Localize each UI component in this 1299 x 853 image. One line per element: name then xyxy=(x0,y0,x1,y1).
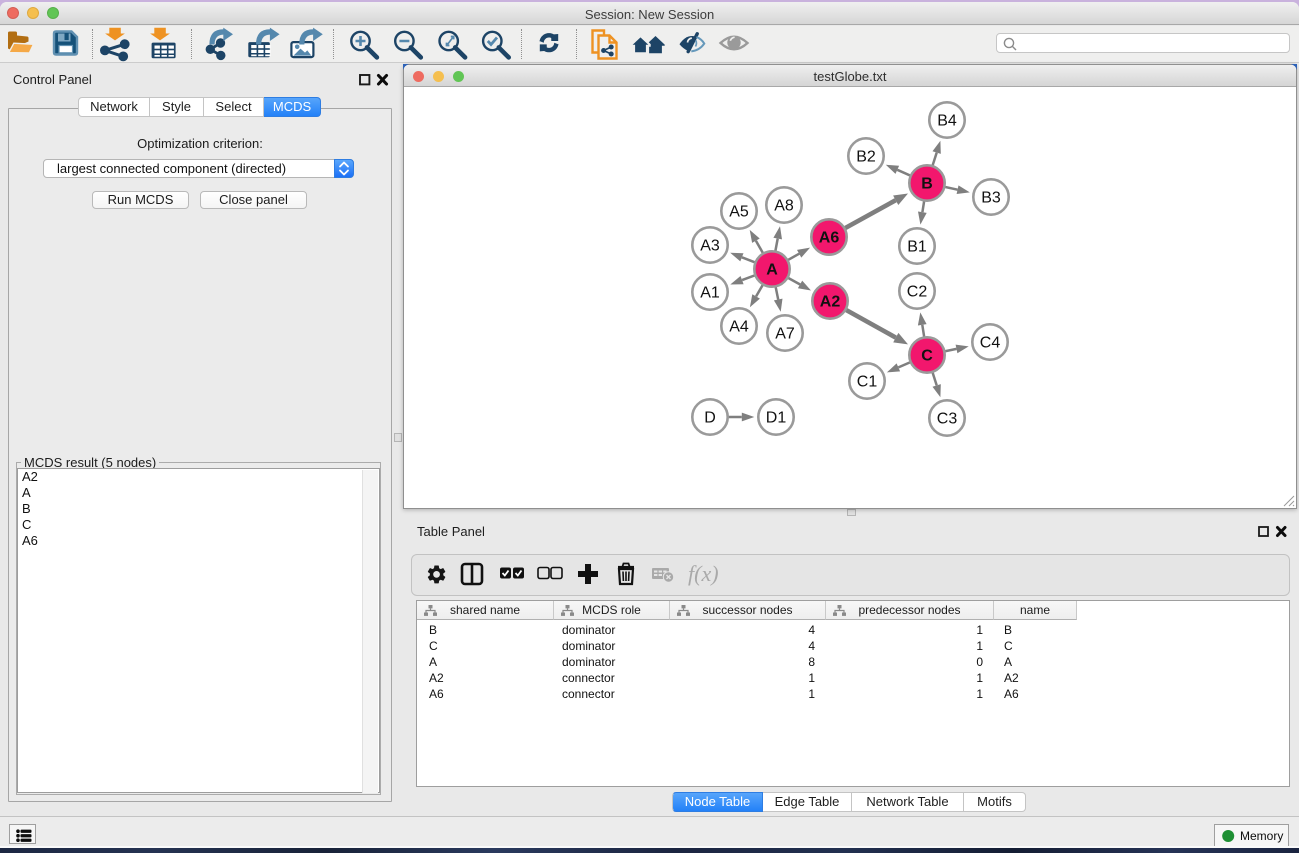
svg-text:C4: C4 xyxy=(980,335,1001,352)
svg-text:C1: C1 xyxy=(857,374,878,391)
svg-text:B2: B2 xyxy=(856,149,876,166)
svg-text:C: C xyxy=(921,348,933,365)
svg-text:C3: C3 xyxy=(937,411,958,428)
svg-text:C2: C2 xyxy=(907,284,928,301)
svg-text:A: A xyxy=(766,262,778,279)
svg-text:B3: B3 xyxy=(981,190,1001,207)
svg-text:B1: B1 xyxy=(907,239,927,256)
svg-text:A1: A1 xyxy=(700,285,720,302)
svg-text:B4: B4 xyxy=(937,113,957,130)
svg-text:f(x): f(x) xyxy=(688,561,719,586)
svg-text:A8: A8 xyxy=(774,198,794,215)
svg-text:D: D xyxy=(704,410,716,427)
svg-text:A6: A6 xyxy=(819,230,840,247)
svg-text:D1: D1 xyxy=(766,410,787,427)
svg-text:B: B xyxy=(921,176,933,193)
svg-text:A5: A5 xyxy=(729,204,749,221)
svg-text:A4: A4 xyxy=(729,319,749,336)
svg-text:A7: A7 xyxy=(775,326,795,343)
svg-text:A3: A3 xyxy=(700,238,720,255)
svg-text:A2: A2 xyxy=(820,294,841,311)
